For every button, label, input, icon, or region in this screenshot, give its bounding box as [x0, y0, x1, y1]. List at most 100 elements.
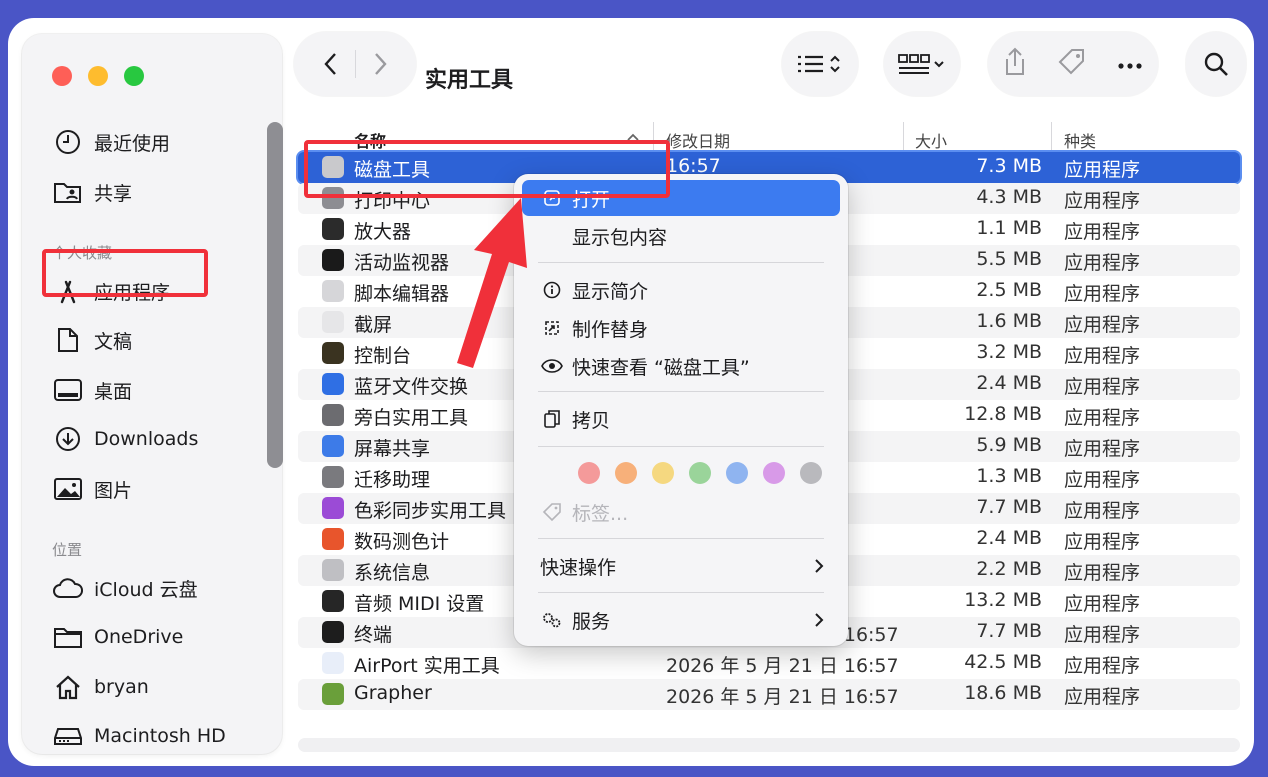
file-size: 7.7 MB	[976, 620, 1042, 642]
file-name: 蓝牙文件交换	[354, 376, 469, 398]
file-size: 13.2 MB	[964, 589, 1042, 611]
file-name: 截屏	[354, 314, 393, 336]
menu-item-label: 显示简介	[572, 280, 649, 303]
app-icon	[322, 621, 344, 643]
app-icon	[322, 311, 344, 333]
more-button[interactable]	[1117, 55, 1143, 74]
sidebar-item-icloud[interactable]: iCloud 云盘	[52, 568, 198, 608]
menu-item-make-alias[interactable]: 制作替身	[522, 310, 840, 346]
sidebar-item-macintosh-hd[interactable]: Macintosh HD	[52, 716, 226, 756]
share-button[interactable]	[1003, 47, 1027, 81]
minimize-window-button[interactable]	[88, 66, 108, 86]
file-row[interactable]: AirPort 实用工具 2026 年 5 月 21 日 16:57 42.5 MB…	[298, 648, 1240, 679]
gears-icon	[538, 611, 566, 629]
app-icon	[322, 528, 344, 550]
menu-item-quick-actions[interactable]: 快速操作	[522, 548, 840, 584]
column-header-size[interactable]: 大小	[915, 128, 947, 152]
app-icon	[322, 342, 344, 364]
file-size: 4.3 MB	[976, 186, 1042, 208]
file-kind: 应用程序	[1064, 469, 1141, 491]
chevron-right-icon	[815, 559, 824, 573]
menu-item-show-package-contents[interactable]: 显示包内容	[522, 218, 840, 254]
sidebar: 最近使用 共享 个人收藏 应用程序 文稿 桌面 Downloads 图片 位置 …	[22, 34, 282, 754]
sidebar-item-label: 桌面	[94, 380, 133, 403]
file-kind: 应用程序	[1064, 376, 1141, 398]
menu-item-quick-look[interactable]: 快速查看 “磁盘工具”	[522, 348, 840, 384]
tag-color-dot[interactable]	[652, 462, 674, 484]
sidebar-item-label: Downloads	[94, 428, 199, 450]
file-size: 42.5 MB	[964, 651, 1042, 673]
menu-item-services[interactable]: 服务	[522, 602, 840, 638]
file-kind: 应用程序	[1064, 221, 1141, 243]
sidebar-item-pictures[interactable]: 图片	[52, 469, 132, 509]
sidebar-item-shared[interactable]: 共享	[52, 172, 132, 212]
menu-item-copy[interactable]: 拷贝	[522, 401, 840, 437]
app-icon	[322, 559, 344, 581]
grid-view-icon	[898, 54, 944, 74]
file-size: 1.1 MB	[976, 217, 1042, 239]
download-icon	[52, 425, 84, 453]
file-size: 7.7 MB	[976, 496, 1042, 518]
file-name: 音频 MIDI 设置	[354, 593, 485, 615]
eye-icon	[538, 358, 566, 374]
horizontal-scrollbar[interactable]	[298, 738, 1240, 752]
sidebar-item-desktop[interactable]: 桌面	[52, 370, 132, 410]
tag-icon	[538, 502, 566, 522]
sidebar-item-label: 最近使用	[94, 132, 171, 155]
tag-color-dot[interactable]	[726, 462, 748, 484]
info-icon	[538, 281, 566, 299]
file-size: 5.9 MB	[976, 434, 1042, 456]
sidebar-item-label: OneDrive	[94, 626, 184, 648]
menu-item-get-info[interactable]: 显示简介	[522, 272, 840, 308]
file-kind: 应用程序	[1064, 593, 1141, 615]
column-header-kind[interactable]: 种类	[1064, 128, 1096, 152]
file-row[interactable]: Grapher 2026 年 5 月 21 日 16:57 18.6 MB 应用程序	[298, 679, 1240, 710]
cloud-icon	[52, 574, 84, 602]
tag-color-dot[interactable]	[763, 462, 785, 484]
file-size: 1.3 MB	[976, 465, 1042, 487]
search-button[interactable]	[1186, 32, 1246, 96]
file-name: 控制台	[354, 345, 412, 367]
sidebar-item-recents[interactable]: 最近使用	[52, 122, 170, 162]
folder-icon	[52, 623, 84, 651]
highlight-box-open	[304, 140, 670, 198]
sidebar-item-label: 共享	[94, 182, 133, 205]
tag-color-dot[interactable]	[615, 462, 637, 484]
back-button[interactable]	[305, 52, 355, 76]
tag-button[interactable]	[1057, 47, 1087, 81]
sidebar-item-onedrive[interactable]: OneDrive	[52, 617, 183, 657]
sidebar-item-label: 文稿	[94, 330, 133, 353]
sidebar-item-home[interactable]: bryan	[52, 667, 149, 707]
file-size: 3.2 MB	[976, 341, 1042, 363]
file-size: 12.8 MB	[964, 403, 1042, 425]
file-size: 5.5 MB	[976, 248, 1042, 270]
tag-color-dot[interactable]	[800, 462, 822, 484]
sidebar-item-downloads[interactable]: Downloads	[52, 419, 198, 459]
file-size: 7.3 MB	[976, 155, 1042, 177]
sidebar-item-documents[interactable]: 文稿	[52, 320, 132, 360]
app-icon	[322, 373, 344, 395]
forward-button[interactable]	[356, 52, 406, 76]
file-size: 2.2 MB	[976, 558, 1042, 580]
sidebar-scrollbar[interactable]	[267, 122, 283, 468]
menu-item-label: 显示包内容	[572, 226, 668, 249]
clock-icon	[52, 128, 84, 156]
view-list-button[interactable]	[782, 32, 858, 96]
file-name: 迁移助理	[354, 469, 431, 491]
tag-icon	[1058, 49, 1084, 75]
chevron-right-icon	[374, 53, 387, 75]
group-by-button[interactable]	[884, 32, 960, 96]
zoom-window-button[interactable]	[124, 66, 144, 86]
file-kind: 应用程序	[1064, 624, 1141, 646]
tag-color-dot[interactable]	[578, 462, 600, 484]
close-window-button[interactable]	[52, 66, 72, 86]
app-icon	[322, 652, 344, 674]
column-header-date[interactable]: 修改日期	[666, 128, 730, 152]
tag-color-dot[interactable]	[689, 462, 711, 484]
file-date: 2026 年 5 月 21 日 16:57	[666, 655, 899, 677]
menu-item-tags[interactable]: 标签...	[522, 494, 840, 530]
file-name: 终端	[354, 624, 393, 646]
file-name: 旁白实用工具	[354, 407, 469, 429]
app-icon	[322, 249, 344, 271]
photo-icon	[52, 475, 84, 503]
